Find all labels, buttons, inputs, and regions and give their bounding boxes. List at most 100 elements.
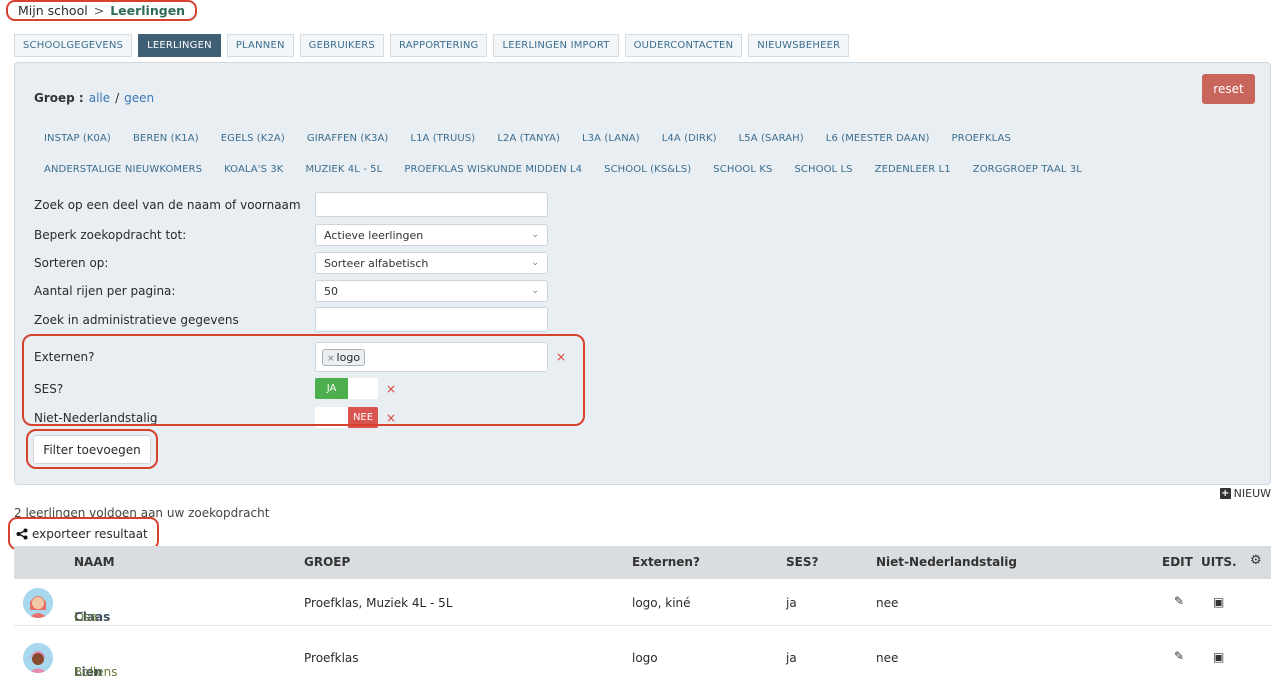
limit-select[interactable]: Actieve leerlingen ⌄ (315, 224, 548, 246)
export-label: exporteer resultaat (32, 526, 148, 541)
group-chip[interactable]: ZEDENLEER L1 (864, 155, 962, 184)
group-chip[interactable]: MUZIEK 4L - 5L (294, 155, 393, 184)
group-chip[interactable]: PROEFKLAS (941, 124, 1022, 153)
tab-nieuwsbeheer[interactable]: NIEUWSBEHEER (748, 34, 850, 57)
rows-per-page-select[interactable]: 50 ⌄ (315, 280, 548, 302)
remove-nnl-filter-icon[interactable]: × (386, 411, 396, 425)
tab-gebruikers[interactable]: GEBRUIKERS (299, 34, 384, 57)
edit-icon[interactable]: ✎ (1174, 649, 1184, 663)
nnl-toggle-no[interactable]: NEE (348, 407, 378, 428)
nnl-label: Niet-Nederlandstalig (34, 410, 158, 425)
student-first-name: Bollens (74, 665, 118, 679)
group-chip[interactable]: L5A (SARAH) (728, 124, 815, 153)
group-all-link[interactable]: alle (89, 91, 110, 105)
group-chip[interactable]: EGELS (K2A) (210, 124, 296, 153)
breadcrumb: Mijn school > Leerlingen (6, 0, 198, 21)
group-chip[interactable]: KOALA'S 3K (213, 155, 294, 184)
name-search-input[interactable] (315, 192, 548, 217)
tag-remove-icon[interactable]: × (327, 354, 335, 364)
name-search-label: Zoek op een deel van de naam of voornaam (34, 197, 301, 212)
limit-label: Beperk zoekopdracht tot: (34, 228, 187, 242)
student-group: Proefklas (304, 651, 359, 665)
tab-oudercontacten[interactable]: OUDERCONTACTEN (624, 34, 743, 57)
rows-per-page-label: Aantal rijen per pagina: (34, 284, 176, 298)
group-label: Groep : (34, 91, 84, 105)
ses-row: SES? JA × (34, 378, 396, 399)
sort-select[interactable]: Sorteer alfabetisch ⌄ (315, 252, 548, 274)
add-filter-button[interactable]: Filter toevoegen (33, 435, 151, 464)
admin-search-label: Zoek in administratieve gegevens (34, 312, 239, 327)
share-icon (16, 528, 28, 539)
col-ses-header[interactable]: SES? (786, 555, 818, 569)
nnl-row: Niet-Nederlandstalig NEE × (34, 407, 396, 428)
nnl-toggle-empty[interactable] (315, 407, 348, 428)
group-chips-row-2: ANDERSTALIGE NIEUWKOMERS KOALA'S 3K MUZI… (33, 155, 1193, 184)
admin-search-row: Zoek in administratieve gegevens (34, 307, 548, 332)
group-chip[interactable]: L3A (LANA) (571, 124, 651, 153)
group-chip[interactable]: ZORGGROEP TAAL 3L (962, 155, 1093, 184)
group-chip[interactable]: SCHOOL (KS&LS) (593, 155, 702, 184)
new-student-button[interactable]: + NIEUW (1219, 487, 1271, 500)
student-externen: logo, kiné (632, 596, 691, 610)
tab-leerlingen-import[interactable]: LEERLINGEN IMPORT (493, 34, 619, 57)
ses-label: SES? (34, 381, 64, 396)
tab-plannen[interactable]: PLANNEN (226, 34, 294, 57)
tab-leerlingen[interactable]: LEERLINGEN (138, 34, 221, 57)
group-selector: Groep : alle / geen (34, 91, 154, 105)
sort-row: Sorteren op: Sorteer alfabetisch ⌄ (34, 252, 548, 274)
student-ses: ja (786, 596, 797, 610)
remove-externen-filter-icon[interactable]: × (556, 350, 566, 364)
nnl-toggle[interactable]: NEE (315, 407, 378, 428)
group-chip[interactable]: SCHOOL KS (702, 155, 783, 184)
avatar (23, 588, 53, 618)
tab-rapportering[interactable]: RAPPORTERING (389, 34, 488, 57)
ses-toggle-yes[interactable]: JA (315, 378, 348, 399)
admin-search-input[interactable] (315, 307, 548, 332)
group-chip[interactable]: INSTAP (K0A) (33, 124, 122, 153)
table-row[interactable]: Claas Lisa Proefklas, Muziek 4L - 5L log… (14, 582, 1271, 626)
group-chip[interactable]: L2A (TANYA) (486, 124, 571, 153)
archive-icon[interactable]: ▣ (1213, 595, 1224, 609)
group-chip[interactable]: PROEFKLAS WISKUNDE MIDDEN L4 (393, 155, 593, 184)
externen-label: Externen? (34, 350, 95, 364)
externen-tag[interactable]: × logo (322, 348, 366, 366)
tab-schoolgegevens[interactable]: SCHOOLGEGEVENS (14, 34, 133, 57)
group-chips-row-1: INSTAP (K0A) BEREN (K1A) EGELS (K2A) GIR… (33, 124, 1193, 153)
group-chip[interactable]: BEREN (K1A) (122, 124, 210, 153)
student-ses: ja (786, 651, 797, 665)
chevron-down-icon: ⌄ (531, 230, 539, 240)
table-header: NAAM GROEP Externen? SES? Niet-Nederland… (14, 546, 1271, 579)
group-chip[interactable]: ANDERSTALIGE NIEUWKOMERS (33, 155, 213, 184)
group-none-link[interactable]: geen (124, 91, 154, 105)
col-nnl-header[interactable]: Niet-Nederlandstalig (876, 555, 1017, 569)
externen-row: Externen? × logo × (34, 342, 566, 372)
breadcrumb-separator: > (93, 3, 105, 18)
gear-icon[interactable]: ⚙ (1250, 553, 1262, 568)
col-group-header[interactable]: GROEP (304, 555, 350, 569)
ses-toggle[interactable]: JA (315, 378, 378, 399)
plus-icon: + (1219, 488, 1231, 499)
col-edit-header: EDIT (1162, 555, 1193, 569)
reset-button[interactable]: reset (1202, 74, 1255, 104)
group-chip[interactable]: SCHOOL LS (783, 155, 863, 184)
group-chip[interactable]: GIRAFFEN (K3A) (296, 124, 400, 153)
rows-per-page-row: Aantal rijen per pagina: 50 ⌄ (34, 280, 548, 302)
breadcrumb-root[interactable]: Mijn school (18, 3, 88, 18)
chevron-down-icon: ⌄ (531, 286, 539, 296)
col-name-header[interactable]: NAAM (74, 555, 115, 569)
table-row[interactable]: Lien Bollens Proefklas logo ja nee ✎ ▣ (14, 637, 1271, 680)
sort-label: Sorteren op: (34, 256, 109, 270)
archive-icon[interactable]: ▣ (1213, 650, 1224, 664)
group-chip[interactable]: L6 (MEESTER DAAN) (815, 124, 941, 153)
new-student-label: NIEUW (1233, 487, 1271, 500)
group-chip[interactable]: L4A (DIRK) (651, 124, 728, 153)
col-externen-header[interactable]: Externen? (632, 555, 700, 569)
group-chip[interactable]: L1A (TRUUS) (399, 124, 486, 153)
student-group: Proefklas, Muziek 4L - 5L (304, 596, 453, 610)
remove-ses-filter-icon[interactable]: × (386, 382, 396, 396)
group-slash: / (115, 91, 120, 105)
externen-tag-label: logo (336, 350, 361, 364)
ses-toggle-empty[interactable] (348, 378, 378, 399)
externen-tag-input[interactable]: × logo (315, 342, 548, 372)
edit-icon[interactable]: ✎ (1174, 594, 1184, 608)
